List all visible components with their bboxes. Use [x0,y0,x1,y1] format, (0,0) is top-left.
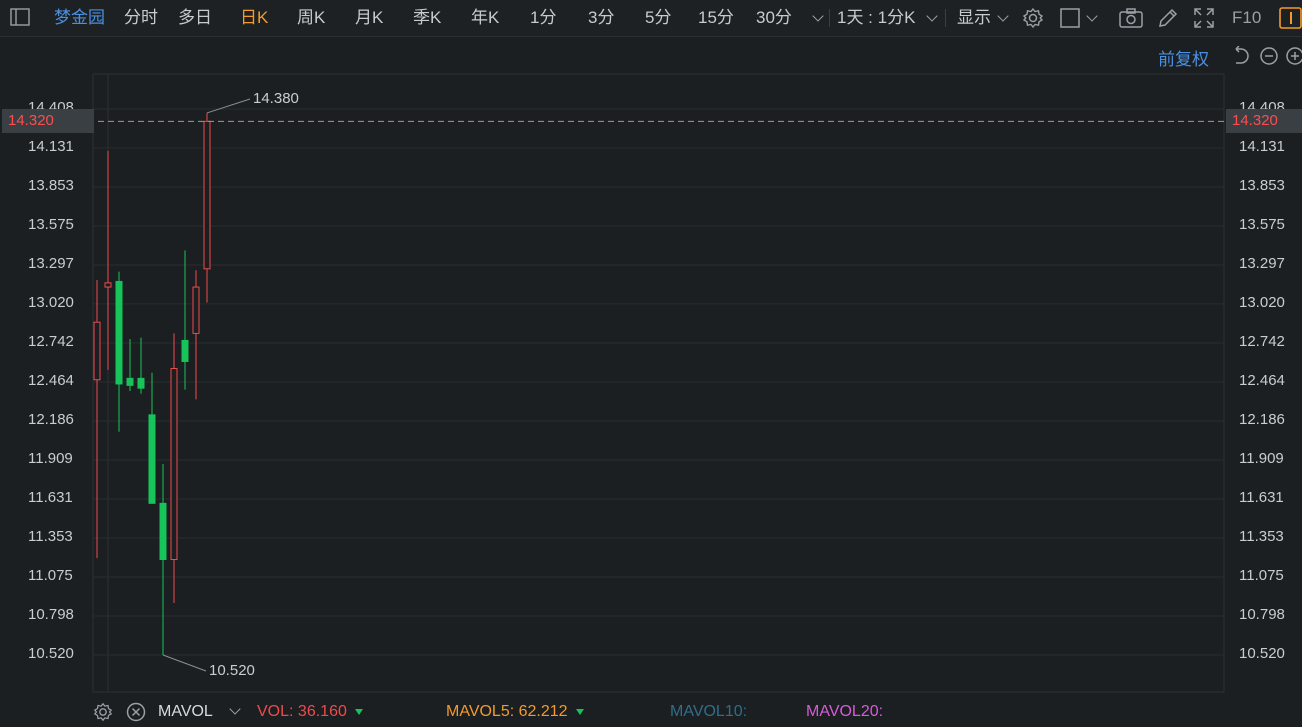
candle-body-4 [137,377,145,389]
y-tick-left-8: 12.186 [28,411,74,429]
candle-body-2 [115,280,123,385]
plot-border [92,73,1225,693]
y-tick-left-1: 14.131 [28,137,74,155]
y-tick-right-8: 12.186 [1239,411,1285,429]
indicator-bar: MAVOL VOL: 36.160 MAVOL5: 62.212 MAVOL10… [0,697,1302,726]
candlestick-chart[interactable] [0,0,1302,697]
indicator-select-chevron-icon[interactable] [229,703,241,715]
y-tick-left-5: 13.020 [28,293,74,311]
y-tick-right-7: 12.464 [1239,372,1285,389]
y-tick-right-9: 11.909 [1239,449,1284,467]
y-tick-left-7: 12.464 [28,372,74,389]
y-tick-right-10: 11.631 [1239,488,1284,506]
mavol20-label: MAVOL20: [806,703,884,720]
y-tick-left-3: 13.575 [28,215,74,233]
close-indicator-icon[interactable] [126,702,146,727]
high-annotation-line [206,98,251,114]
y-tick-right-1: 14.131 [1239,137,1285,155]
vol-label: VOL: [257,703,294,720]
y-tick-right-14: 10.520 [1239,645,1285,662]
current-price-tag-right: 14.320 [1226,109,1302,133]
y-tick-right-12: 11.075 [1239,567,1284,585]
y-tick-left-10: 11.631 [28,488,73,506]
y-tick-left-2: 13.853 [28,176,74,194]
y-tick-right-11: 11.353 [1239,528,1284,546]
y-tick-left-4: 13.297 [28,255,74,273]
candle-body-7 [170,368,178,561]
indicator-name[interactable]: MAVOL [158,703,213,721]
vol-value: VOL: 36.160 [257,703,363,721]
y-tick-right-13: 10.798 [1239,605,1285,623]
y-tick-left-11: 11.353 [28,528,73,546]
candle-body-5 [148,414,156,504]
low-annotation-line [162,654,207,672]
high-annotation: 14.380 [253,90,299,107]
candle-body-6 [159,502,167,561]
y-tick-right-6: 12.742 [1239,332,1285,350]
candle-body-8 [181,339,189,362]
down-triangle-icon [354,708,363,715]
candle-body-0 [93,321,101,381]
y-tick-right-5: 13.020 [1239,293,1285,311]
y-tick-left-13: 10.798 [28,605,74,623]
mavol10-label: MAVOL10: [670,703,748,720]
indicator-settings-gear-icon[interactable] [93,702,113,727]
mavol5-value: MAVOL5: 62.212 [446,703,584,721]
mavol5-label: MAVOL5: [446,703,515,720]
down-triangle-icon [575,708,584,715]
y-tick-left-12: 11.075 [28,567,73,585]
y-tick-right-2: 13.853 [1239,176,1285,194]
candle-body-10 [203,120,211,270]
mavol5-number: 62.212 [518,703,568,720]
candle-body-1 [104,282,112,288]
y-tick-left-6: 12.742 [28,332,74,350]
candle-body-3 [126,377,134,386]
low-annotation: 10.520 [209,662,255,679]
y-tick-left-14: 10.520 [28,645,74,662]
y-tick-right-3: 13.575 [1239,215,1285,233]
candle-body-9 [192,286,200,334]
y-tick-left-9: 11.909 [28,449,73,467]
y-tick-right-4: 13.297 [1239,255,1285,273]
vol-number: 36.160 [297,703,347,720]
current-price-tag-left: 14.320 [2,109,94,133]
